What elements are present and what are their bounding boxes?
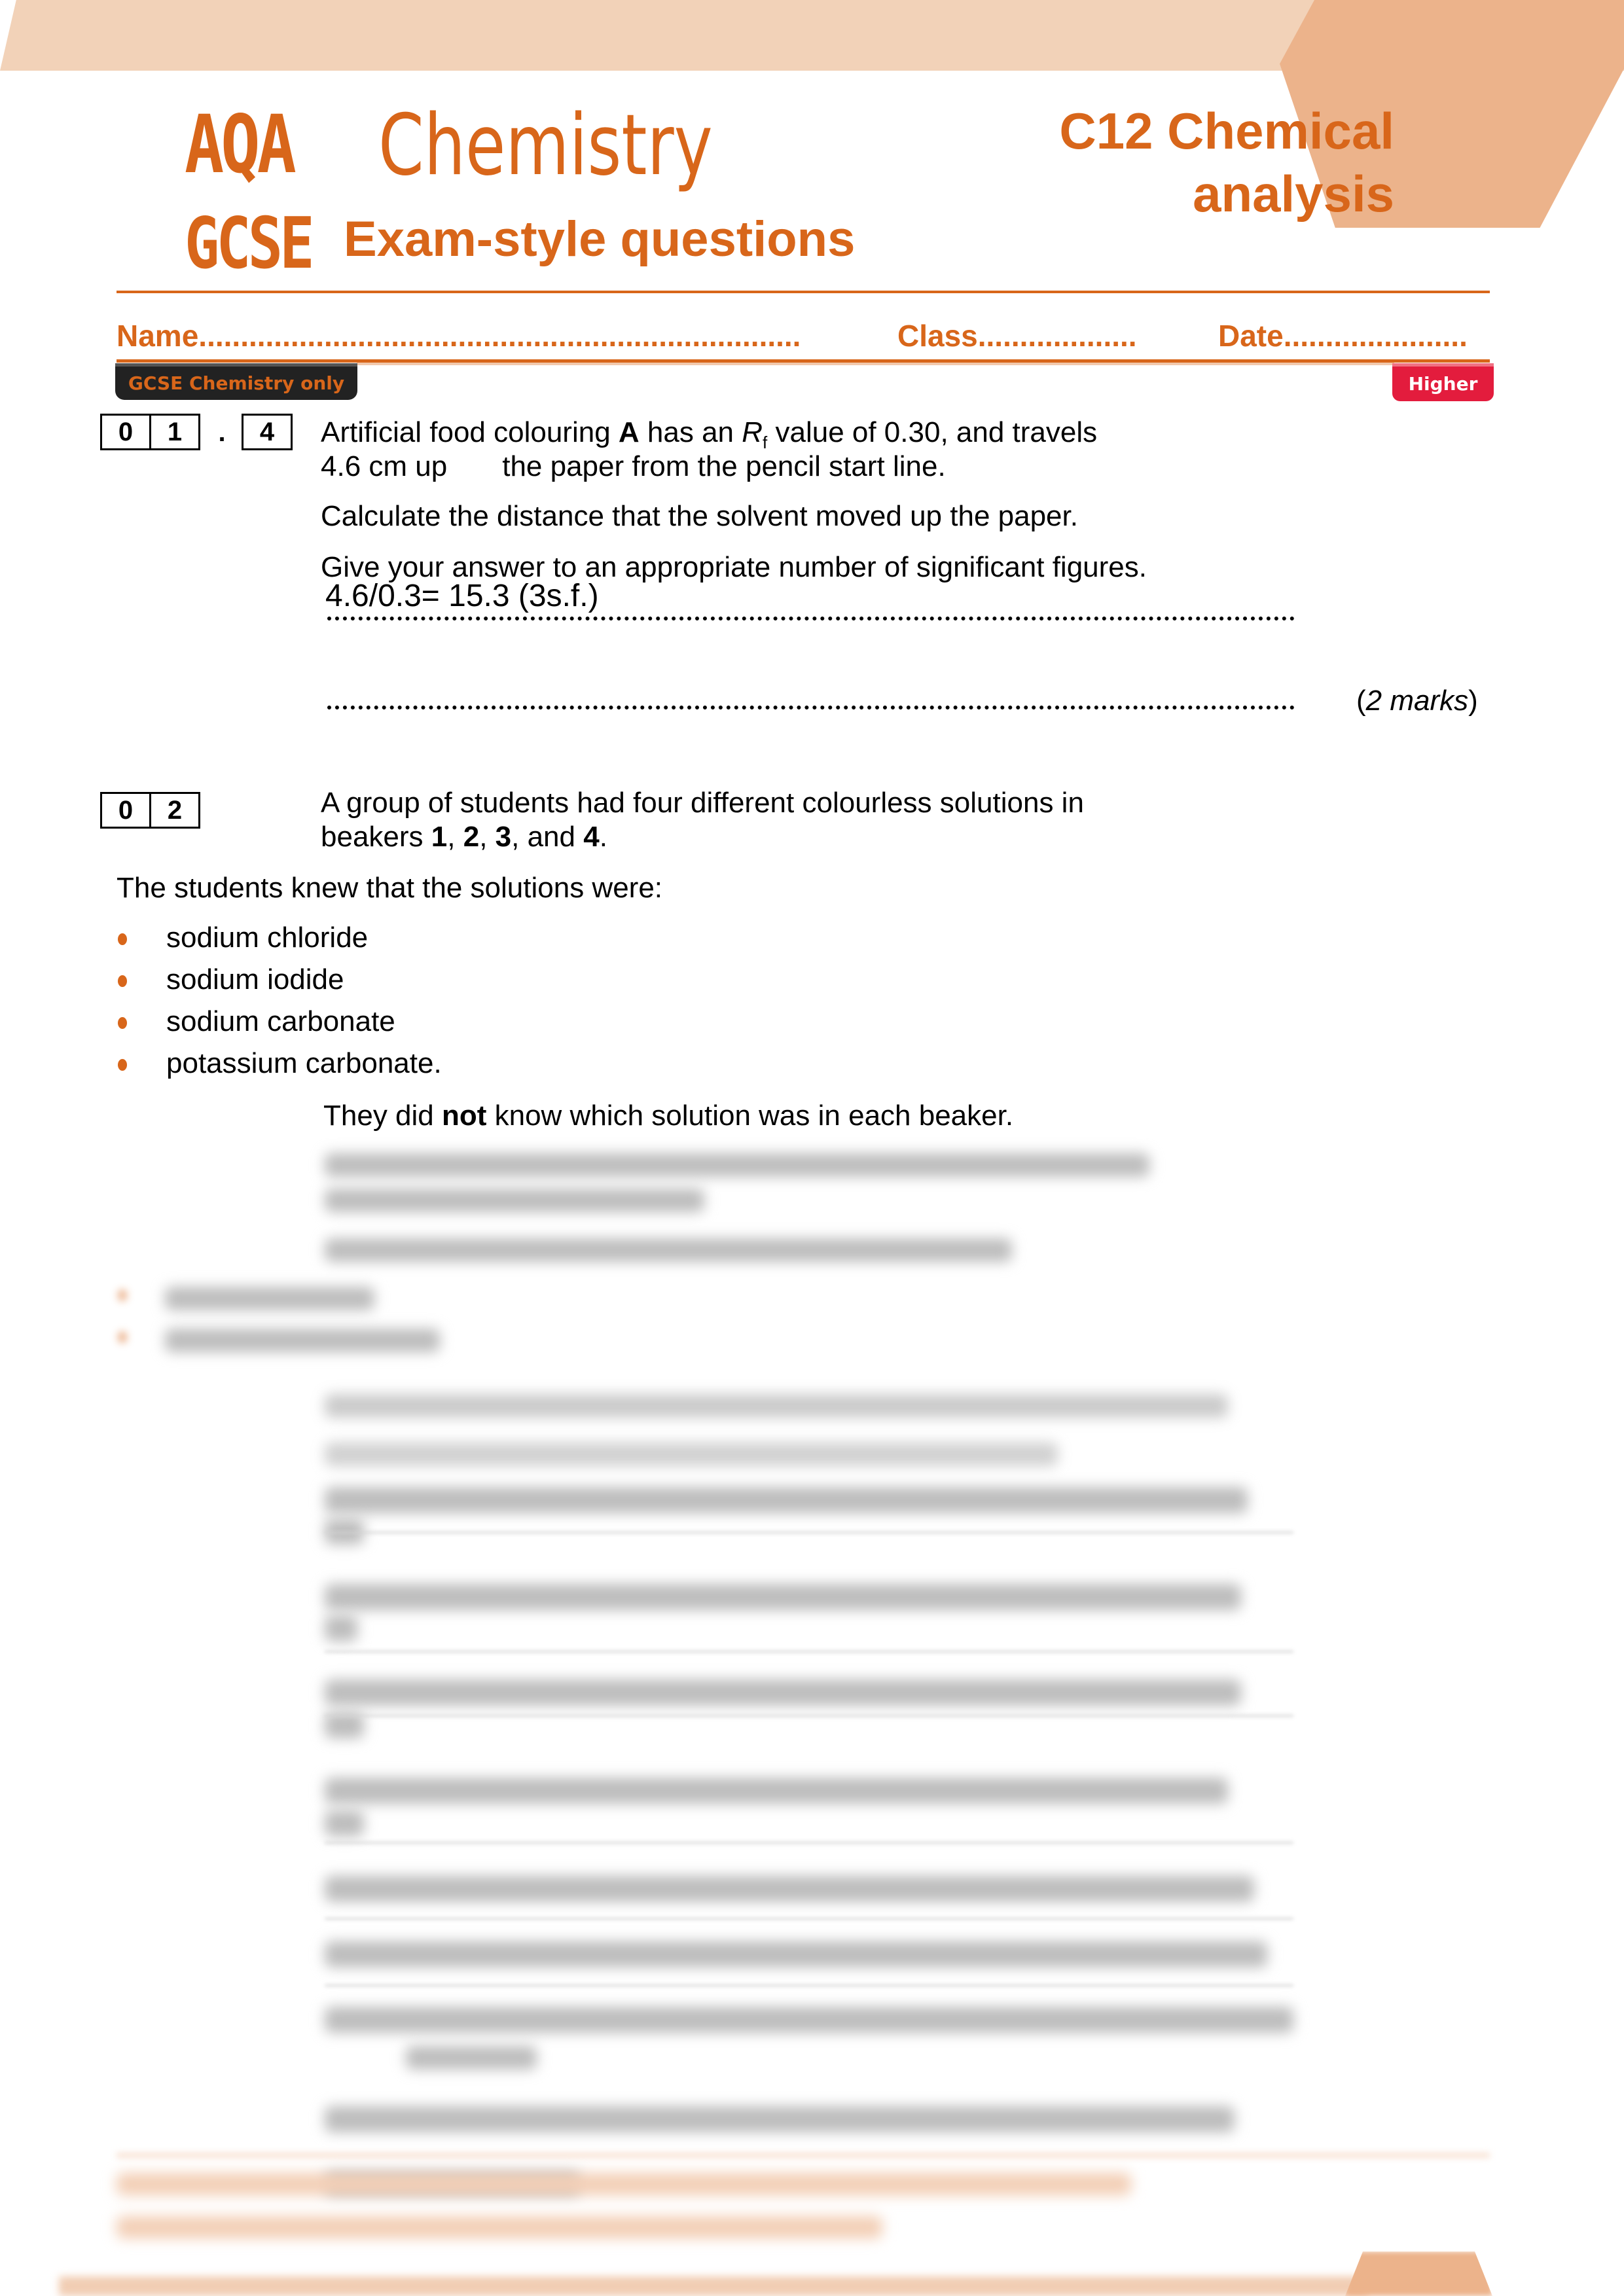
q1-marks: (2 marks) <box>1356 685 1478 717</box>
question-digit: 2 <box>149 792 200 829</box>
blurred-rule <box>325 1651 1293 1653</box>
blurred-rule <box>325 1842 1293 1844</box>
chapter-title-line2: analysis <box>1193 165 1394 223</box>
question-digit: 1 <box>149 414 200 450</box>
brand-gcse: GCSE <box>185 203 315 285</box>
question-digit: 0 <box>100 792 151 829</box>
class-field[interactable]: Class................... <box>897 318 1137 353</box>
blurred-answer-line <box>325 1810 364 1837</box>
blurred-marks <box>406 2046 537 2070</box>
blurred-answer-line <box>325 1778 1228 1804</box>
bullet-icon <box>118 1331 127 1343</box>
bullet-icon <box>118 1017 127 1029</box>
answer-line-1[interactable] <box>327 617 1295 620</box>
colouring-label: A <box>618 416 640 448</box>
question-number-01-4: 0 1 . 4 <box>100 414 293 450</box>
rf-symbol: R <box>742 416 763 448</box>
blurred-text-line <box>165 1287 374 1310</box>
blurred-answer-line <box>325 2106 1235 2132</box>
gcse-chemistry-only-tag: GCSE Chemistry only <box>115 363 357 400</box>
chapter-title: C12 Chemical analysis <box>949 99 1394 225</box>
bullet-icon <box>118 1059 127 1071</box>
blurred-answer-line <box>325 1615 357 1641</box>
question-separator: . <box>218 418 226 447</box>
solution-item: sodium iodide <box>166 963 344 996</box>
student-fields: Name....................................… <box>117 318 1494 357</box>
question-digit: 0 <box>100 414 151 450</box>
blurred-rule <box>325 1715 1293 1717</box>
brand-chemistry: Chemistry <box>378 97 713 194</box>
q1-instruction-calculate: Calculate the distance that the solvent … <box>321 500 1078 532</box>
higher-tier-tag: Higher <box>1392 363 1494 401</box>
q2-stem-line1: A group of students had four different c… <box>321 787 1084 819</box>
solution-item: sodium carbonate <box>166 1005 395 1037</box>
blurred-rule <box>325 1984 1293 1986</box>
blurred-text-line <box>165 1329 440 1352</box>
header-divider <box>117 291 1490 293</box>
date-field[interactable]: Date...................... <box>1218 318 1468 353</box>
name-field[interactable]: Name....................................… <box>117 318 801 353</box>
bullet-icon <box>118 1289 127 1301</box>
brand-aqa: AQA <box>185 98 297 191</box>
footer-page-hexagon <box>1345 2251 1492 2296</box>
blurred-rule <box>325 1532 1293 1534</box>
brand-subtitle: Exam-style questions <box>344 211 856 267</box>
question-part-digit: 4 <box>242 414 293 450</box>
blurred-answer-line <box>325 1876 1254 1902</box>
chapter-title-line1: C12 Chemical <box>1059 102 1394 160</box>
answer-line-2[interactable] <box>327 706 1295 709</box>
blurred-text-line <box>325 1238 1012 1262</box>
blurred-text-line <box>325 1189 704 1212</box>
solution-item: sodium chloride <box>166 922 369 954</box>
q2-stem-line2: beakers 1, 2, 3, and 4. <box>321 821 607 853</box>
q1-stem-line2: 4.6 cm up the paper from the pencil start… <box>321 450 946 482</box>
blurred-text-line <box>325 1443 1058 1466</box>
q2-note: They did not know which solution was in … <box>323 1100 1014 1132</box>
blurred-answer-line <box>325 1584 1241 1610</box>
blurred-rule <box>325 1918 1293 1920</box>
blurred-answer-line <box>325 1487 1248 1513</box>
blurred-text-line <box>325 1153 1149 1177</box>
footer-notice-line <box>117 2216 882 2238</box>
q1-answer-text[interactable]: 4.6/0.3= 15.3 (3s.f.) <box>325 579 599 614</box>
bullet-icon <box>118 933 127 945</box>
blurred-answer-line <box>325 2007 1293 2033</box>
footer-band <box>59 2276 1368 2296</box>
fields-divider-shadow <box>357 363 1394 365</box>
q2-intro: The students knew that the solutions wer… <box>117 872 663 904</box>
footer-copyright-line <box>117 2173 1131 2195</box>
blurred-answer-line <box>325 1941 1267 1967</box>
question-number-02: 0 2 <box>100 792 200 829</box>
blurred-text-line <box>325 1394 1228 1418</box>
footer-divider <box>117 2153 1490 2157</box>
blurred-answer-line <box>325 1679 1241 1706</box>
bullet-icon <box>118 975 127 987</box>
solution-item: potassium carbonate. <box>166 1047 442 1079</box>
